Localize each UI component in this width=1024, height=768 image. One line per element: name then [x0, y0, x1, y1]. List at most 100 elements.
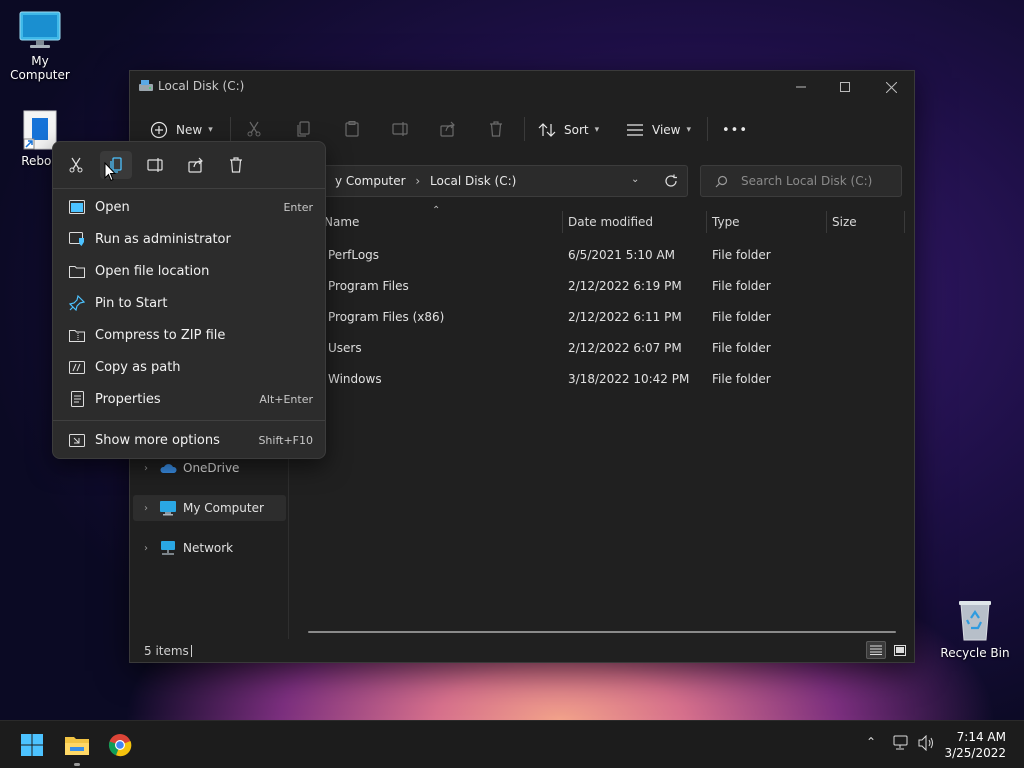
column-divider[interactable]	[904, 211, 905, 233]
menu-item-pin-to-start[interactable]: Pin to Start	[59, 288, 321, 318]
title-bar[interactable]: Local Disk (C:)	[130, 71, 914, 103]
sort-button-label: Sort	[564, 123, 589, 137]
cut-button[interactable]	[246, 121, 262, 140]
close-button[interactable]	[868, 71, 914, 103]
file-type: File folder	[712, 341, 771, 355]
mouse-cursor-icon	[104, 162, 116, 182]
nav-item-network[interactable]: › Network	[133, 535, 286, 561]
maximize-icon	[840, 82, 850, 92]
column-header-date-modified[interactable]: Date modified	[568, 209, 653, 235]
taskbar-chrome[interactable]	[104, 729, 136, 761]
chevron-down-icon: ▾	[208, 125, 213, 135]
paste-button[interactable]	[344, 121, 360, 140]
taskbar: ⌃ 7:14 AM 3/25/2022	[0, 720, 1024, 768]
desktop-icon-my-computer[interactable]: My Computer	[0, 10, 80, 82]
rename-icon	[392, 122, 408, 136]
share-button[interactable]	[440, 121, 456, 140]
nav-item-label: Network	[183, 541, 234, 555]
search-input[interactable]: Search Local Disk (C:)	[700, 165, 902, 197]
volume-icon[interactable]	[918, 735, 936, 751]
chrome-icon	[108, 734, 132, 757]
maximize-button[interactable]	[822, 71, 868, 103]
new-button-label: New	[176, 123, 203, 137]
rename-button[interactable]	[392, 121, 410, 140]
system-clock[interactable]: 7:14 AM 3/25/2022	[944, 729, 1006, 761]
file-row[interactable]: Program Files 2/12/2022 6:19 PM File fol…	[290, 271, 910, 301]
delete-button[interactable]	[488, 121, 504, 140]
menu-item-compress-to-zip[interactable]: Compress to ZIP file	[59, 320, 321, 350]
breadcrumb-separator-icon: ›	[415, 174, 421, 188]
desktop-icon-recycle-bin[interactable]: Recycle Bin	[935, 598, 1015, 660]
network-status-icon[interactable]	[893, 735, 911, 751]
file-row[interactable]: PerfLogs 6/5/2021 5:10 AM File folder	[290, 240, 910, 270]
see-more-button[interactable]: •••	[722, 115, 748, 145]
column-header-name[interactable]: Name	[324, 209, 359, 235]
refresh-icon[interactable]	[664, 174, 678, 188]
chevron-right-icon[interactable]: ›	[133, 503, 159, 514]
cloud-icon	[160, 464, 177, 473]
address-history-chevron-icon[interactable]: ⌄	[631, 174, 639, 185]
details-view-button[interactable]	[866, 641, 886, 659]
column-divider[interactable]	[706, 211, 707, 233]
file-type: File folder	[712, 248, 771, 262]
column-divider[interactable]	[826, 211, 827, 233]
toolbar-divider	[230, 117, 231, 141]
horizontal-scrollbar[interactable]	[308, 631, 896, 633]
start-button[interactable]	[16, 729, 48, 761]
address-bar[interactable]: y Computer › Local Disk (C:) ⌄	[290, 165, 688, 197]
file-name: Program Files (x86)	[328, 310, 445, 324]
menu-item-open[interactable]: Open Enter	[59, 192, 321, 222]
view-button-label: View	[652, 123, 681, 137]
search-icon	[715, 175, 728, 188]
file-date: 2/12/2022 6:11 PM	[568, 310, 682, 324]
file-explorer-icon	[65, 737, 89, 755]
column-header-size[interactable]: Size	[832, 209, 857, 235]
context-divider	[53, 420, 325, 421]
column-header-type[interactable]: Type	[712, 209, 740, 235]
file-row[interactable]: Windows 3/18/2022 10:42 PM File folder	[290, 364, 910, 394]
context-share-button[interactable]	[180, 151, 212, 179]
nav-item-label: OneDrive	[183, 461, 240, 475]
show-hidden-icons-chevron-icon[interactable]: ⌃	[866, 735, 876, 749]
file-name: Users	[328, 341, 362, 355]
context-menu: Open Enter Run as administrator Open fil…	[52, 141, 326, 459]
file-row[interactable]: Program Files (x86) 2/12/2022 6:11 PM Fi…	[290, 302, 910, 332]
file-date: 3/18/2022 10:42 PM	[568, 372, 690, 386]
cut-icon	[247, 121, 261, 137]
file-name: Windows	[328, 372, 382, 386]
context-cut-button[interactable]	[60, 151, 92, 179]
view-button[interactable]: View ▾	[626, 115, 691, 145]
breadcrumb-item-local-disk[interactable]: Local Disk (C:)	[430, 174, 516, 188]
menu-item-open-file-location[interactable]: Open file location	[59, 256, 321, 286]
chevron-right-icon[interactable]: ›	[133, 543, 159, 554]
chevron-right-icon[interactable]: ›	[133, 463, 159, 474]
file-date: 2/12/2022 6:07 PM	[568, 341, 682, 355]
menu-item-shortcut: Shift+F10	[258, 433, 313, 447]
file-row[interactable]: Users 2/12/2022 6:07 PM File folder	[290, 333, 910, 363]
admin-shield-icon	[69, 232, 84, 246]
context-delete-button[interactable]	[220, 151, 252, 179]
menu-item-copy-as-path[interactable]: Copy as path	[59, 352, 321, 382]
network-icon	[161, 541, 175, 555]
zip-folder-icon	[69, 329, 85, 342]
menu-item-run-as-administrator[interactable]: Run as administrator	[59, 224, 321, 254]
sort-button[interactable]: Sort ▾	[538, 115, 599, 145]
copy-button[interactable]	[296, 121, 312, 140]
context-rename-button[interactable]	[140, 151, 172, 179]
large-icons-view-button[interactable]	[890, 641, 910, 659]
column-divider[interactable]	[562, 211, 563, 233]
menu-item-show-more-options[interactable]: Show more options Shift+F10	[59, 425, 321, 455]
desktop-icon-label: My Computer	[10, 54, 70, 82]
menu-item-properties[interactable]: Properties Alt+Enter	[59, 384, 321, 414]
computer-icon	[19, 11, 61, 48]
menu-item-label: Open	[95, 199, 130, 215]
context-divider	[53, 188, 325, 189]
nav-item-my-computer[interactable]: › My Computer	[133, 495, 286, 521]
view-lines-icon	[627, 124, 643, 136]
file-type: File folder	[712, 279, 771, 293]
minimize-button[interactable]	[778, 71, 824, 103]
taskbar-file-explorer[interactable]	[61, 729, 93, 761]
breadcrumb-item-my-computer[interactable]: y Computer	[335, 174, 406, 188]
file-date: 2/12/2022 6:19 PM	[568, 279, 682, 293]
paste-icon	[345, 121, 359, 137]
